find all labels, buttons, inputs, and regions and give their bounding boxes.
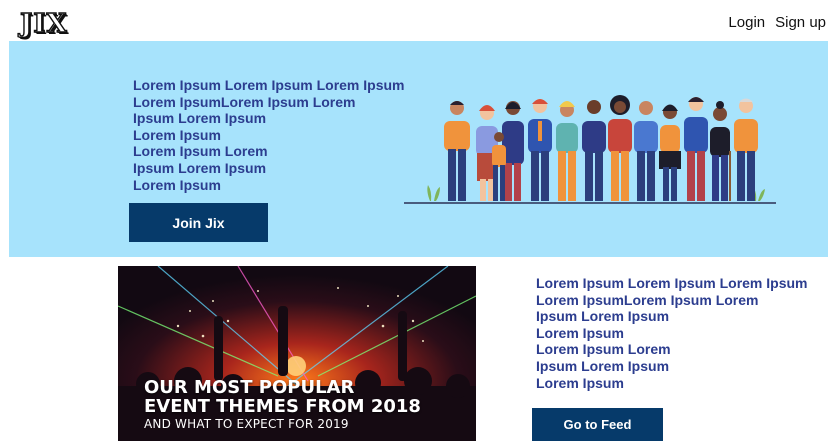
hero-banner: Lorem Ipsum Lorem Ipsum Lorem Ipsum Lore… [9, 41, 828, 257]
event-banner[interactable]: OUR MOST POPULAR EVENT THEMES FROM 2018 … [118, 266, 476, 441]
go-to-feed-button[interactable]: Go to Feed [532, 408, 663, 441]
hero-text-line: Ipsum Lorem Ipsum [133, 159, 267, 176]
event-banner-title: OUR MOST POPULAR EVENT THEMES FROM 2018 [144, 377, 421, 417]
feed-text-line: Ipsum Lorem Ipsum [536, 357, 670, 374]
hero-text-line: Lorem IpsumLorem Ipsum Lorem [133, 93, 356, 110]
feed-text-line: Lorem IpsumLorem Ipsum Lorem [536, 291, 759, 308]
signup-link[interactable]: Sign up [775, 14, 826, 31]
hero-text-line: Lorem Ipsum [133, 126, 221, 143]
feed-text: Lorem Ipsum Lorem Ipsum Lorem Ipsum Lore… [536, 275, 826, 391]
feed-text-line: Lorem Ipsum Lorem Ipsum Lorem Ipsum [536, 275, 808, 291]
top-nav: Login Sign up [728, 14, 826, 31]
join-button[interactable]: Join Jix [129, 203, 268, 242]
hero-text-line: Lorem Ipsum Lorem [133, 143, 268, 160]
feed-text-line: Ipsum Lorem Ipsum [536, 308, 670, 325]
event-banner-subtitle: AND WHAT TO EXPECT FOR 2019 [144, 417, 349, 431]
feed-text-line: Lorem Ipsum Lorem [536, 341, 671, 358]
hero-text-line: Lorem Ipsum Lorem Ipsum Lorem Ipsum [133, 77, 405, 93]
crowd-illustration [404, 95, 776, 204]
hero-text-line: Ipsum Lorem Ipsum [133, 110, 267, 127]
logo[interactable]: JIX [19, 8, 68, 39]
feed-text-line: Lorem Ipsum [536, 324, 624, 341]
login-link[interactable]: Login [728, 14, 765, 31]
hero-text: Lorem Ipsum Lorem Ipsum Lorem Ipsum Lore… [133, 77, 405, 193]
hero-text-line: Lorem Ipsum [133, 176, 221, 193]
feed-text-line: Lorem Ipsum [536, 374, 624, 391]
